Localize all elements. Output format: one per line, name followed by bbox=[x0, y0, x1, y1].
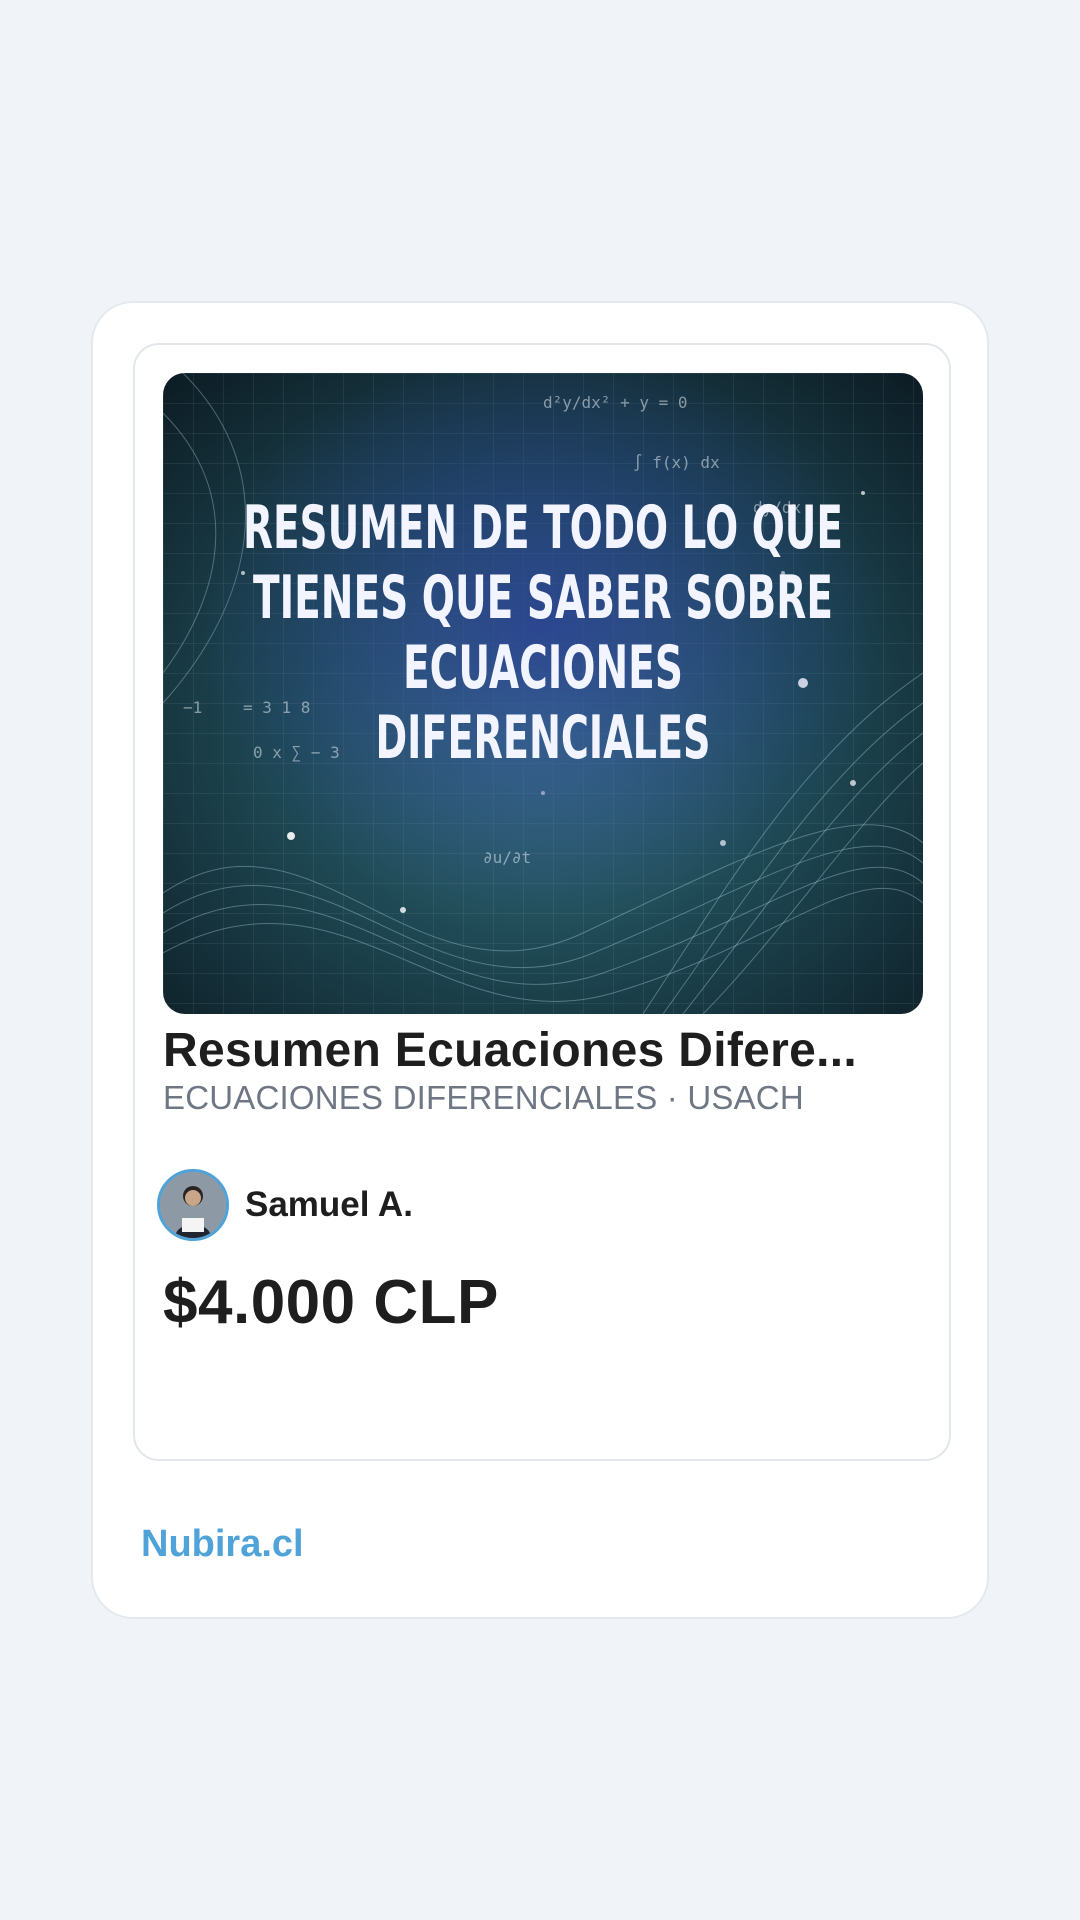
cover-title-line-2: TIENES QUE SABER SOBRE bbox=[253, 563, 833, 633]
product-price: $4.000 CLP bbox=[163, 1268, 499, 1337]
product-course-university: ECUACIONES DIFERENCIALES · USACH bbox=[163, 1079, 804, 1116]
svg-text:d²y/dx² + y = 0: d²y/dx² + y = 0 bbox=[543, 393, 688, 412]
share-card: d²y/dx² + y = 0 ∫ f(x) dx dy/dx −1 = 3 1… bbox=[91, 301, 989, 1619]
svg-text:0 x ∑ − 3: 0 x ∑ − 3 bbox=[253, 743, 340, 762]
product-card[interactable]: d²y/dx² + y = 0 ∫ f(x) dx dy/dx −1 = 3 1… bbox=[133, 343, 951, 1461]
seller-avatar[interactable] bbox=[157, 1169, 229, 1241]
svg-text:∫ f(x) dx: ∫ f(x) dx bbox=[633, 453, 720, 472]
cover-title-line-4: DIFERENCIALES bbox=[376, 703, 711, 773]
cover-title-line-1: RESUMEN DE TODO LO QUE bbox=[243, 493, 843, 563]
product-title[interactable]: Resumen Ecuaciones Difere... bbox=[163, 1023, 923, 1078]
seller-name[interactable]: Samuel A. bbox=[245, 1185, 413, 1225]
svg-text:∂u/∂t: ∂u/∂t bbox=[483, 848, 531, 867]
cover-title-line-3: ECUACIONES bbox=[403, 633, 683, 703]
svg-text:= 3 1 8: = 3 1 8 bbox=[243, 698, 310, 717]
seller-info[interactable]: Samuel A. bbox=[157, 1167, 413, 1243]
brand-link[interactable]: Nubira.cl bbox=[141, 1523, 304, 1566]
product-cover-image[interactable]: d²y/dx² + y = 0 ∫ f(x) dx dy/dx −1 = 3 1… bbox=[163, 373, 923, 1014]
svg-text:−1: −1 bbox=[183, 698, 202, 717]
